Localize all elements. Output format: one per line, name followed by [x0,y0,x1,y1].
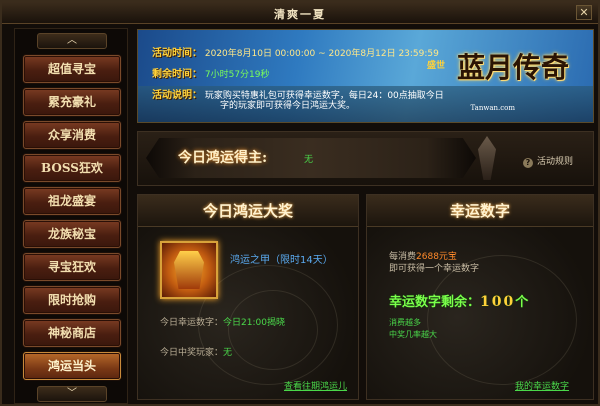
sidebar-item-dragon-feast[interactable]: 祖龙盛宴 [23,187,121,215]
scroll-up-button[interactable]: ︿ [37,33,107,49]
spend-rule-line2: 即可获得一个幸运数字 [389,264,480,274]
event-time-row: 活动时间： 2020年8月10日 00:00:00 ~ 2020年8月12日 2… [152,44,439,59]
logo-tag: 盛世 [427,61,446,71]
today-winner-value: 无 [304,155,314,165]
lucky-number-line: 今日幸运数字：今日21:00揭晓 [160,315,285,328]
my-lucky-numbers-link[interactable]: 我的幸运数字 [515,379,569,392]
history-winners-link[interactable]: 查看往期鸿运儿 [284,379,347,392]
sidebar-item-boss-carnival[interactable]: BOSS狂欢 [23,154,121,182]
today-winner-label: 今日鸿运得主: [178,150,268,166]
sidebar-item-dragon-treasure[interactable]: 龙族秘宝 [23,220,121,248]
rules-label: 活动规则 [536,157,573,167]
event-desc-line2: 字的玩家即可获得今日鸿运大奖。 [220,101,356,111]
event-window: 清爽一夏 ✕ ︿ 超值寻宝 累充豪礼 众享消费 BOSS狂欢 祖龙盛宴 龙族秘宝… [0,0,600,406]
winner-ornament [478,136,496,180]
prize-panel-title: 今日鸿运大奖 [138,195,358,227]
today-winner-strip: 今日鸿运得主: 无 ? 活动规则 [137,131,594,186]
sidebar-item-treasure-carnival[interactable]: 寻宝狂欢 [23,253,121,281]
remaining-time-row: 剩余时间： 7小时57分19秒 [152,65,270,80]
sidebar-item-good-fortune[interactable]: 鸿运当头 [23,352,121,380]
dragon-swirl-decoration [427,255,577,385]
sidebar-item-mystery-shop[interactable]: 神秘商店 [23,319,121,347]
today-winner-player-label: 今日中奖玩家： [160,348,224,358]
remaining-time-value: 7小时57分19秒 [204,70,270,80]
logo-name: 蓝月传奇 [456,51,569,84]
lucky-remaining: 幸运数字剩余：100个 [389,291,528,310]
lucky-remaining-label: 幸运数字剩余： [389,295,481,310]
window-title: 清爽一夏 [274,8,326,21]
event-time-value: 2020年8月10日 00:00:00 ~ 2020年8月12日 23:59:5… [204,49,439,59]
lucky-remaining-value: 100 [480,294,516,310]
close-button[interactable]: ✕ [576,5,592,20]
event-time-label: 活动时间： [152,48,202,59]
dragon-swirl-decoration [228,290,318,370]
lucky-remaining-unit: 个 [515,295,529,310]
tip-line1: 消费越多 [389,318,421,327]
lucky-number-panel: 幸运数字 每消费2688元宝 即可获得一个幸运数字 幸运数字剩余：100个 消费… [366,194,594,400]
sidebar: ︿ 超值寻宝 累充豪礼 众享消费 BOSS狂欢 祖龙盛宴 龙族秘宝 寻宝狂欢 限… [14,28,128,404]
prize-panel: 今日鸿运大奖 鸿运之甲（限时14天） 今日幸运数字：今日21:00揭晓 今日中奖… [137,194,359,400]
sidebar-item-value-treasure[interactable]: 超值寻宝 [23,55,121,83]
title-bar: 清爽一夏 ✕ [2,2,598,24]
prize-item-name: 鸿运之甲（限时14天） [230,255,333,266]
event-desc-label: 活动说明： [152,90,202,101]
sidebar-item-flash-sale[interactable]: 限时抢购 [23,286,121,314]
rules-link[interactable]: ? 活动规则 [522,154,573,168]
prize-item-slot[interactable] [160,241,218,299]
sidebar-item-recharge-gift[interactable]: 累充豪礼 [23,88,121,116]
armor-icon [174,251,204,289]
event-desc-row2: 字的玩家即可获得今日鸿运大奖。 [220,98,355,111]
today-winner-line: 今日中奖玩家：无 [160,345,232,358]
scroll-down-button[interactable]: ﹀ [37,386,107,402]
tip-line2: 中奖几率越大 [389,330,437,339]
sidebar-item-shared-spending[interactable]: 众享消费 [23,121,121,149]
logo-domain: Tanwan.com [470,104,515,112]
lucky-panel-title: 幸运数字 [367,195,593,227]
help-icon: ? [522,158,533,168]
game-logo: 盛世 蓝月传奇 Tanwan.com [423,38,573,118]
lucky-number-label: 今日幸运数字： [160,318,224,328]
today-winner-player-value: 无 [223,348,233,358]
lucky-number-value: 今日21:00揭晓 [223,318,285,328]
remaining-time-label: 剩余时间： [152,69,202,80]
event-banner: 活动时间： 2020年8月10日 00:00:00 ~ 2020年8月12日 2… [137,29,594,123]
